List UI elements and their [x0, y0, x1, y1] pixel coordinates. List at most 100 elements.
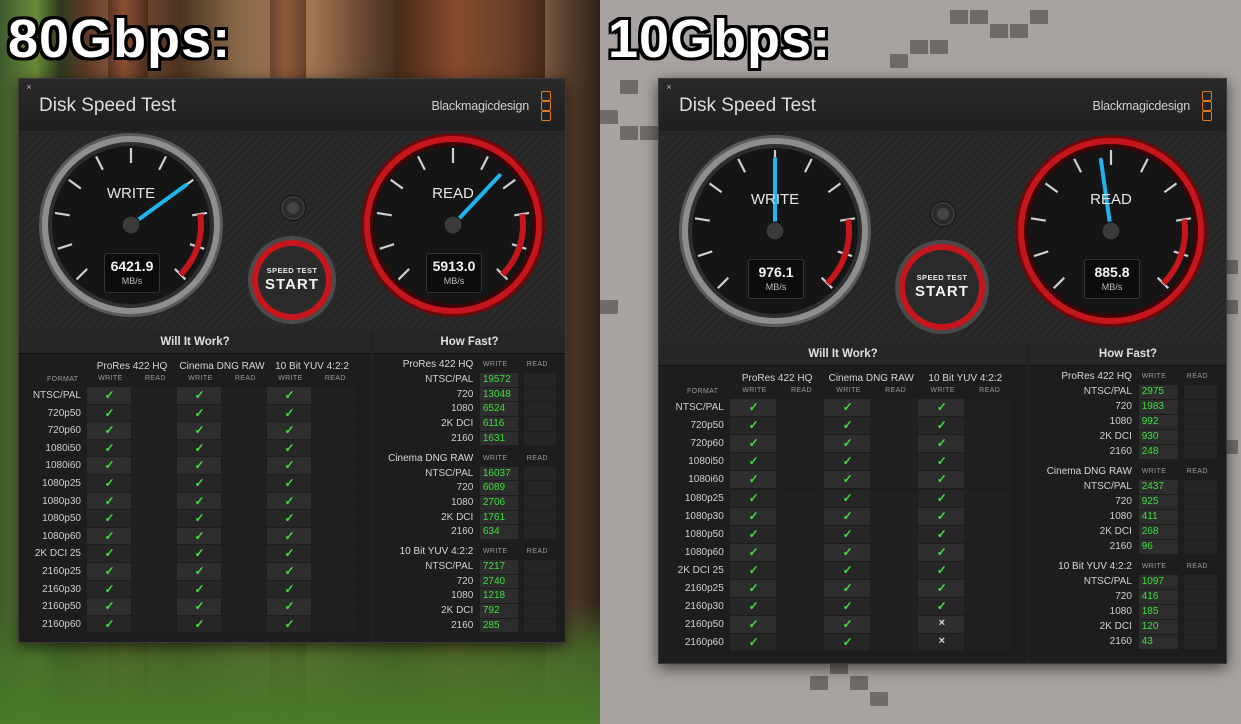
checkmark-icon: ✓ [936, 472, 947, 487]
cross-icon: × [938, 635, 945, 648]
read-cell [777, 417, 824, 435]
group-name: 10 Bit YUV 4:2:2 [275, 361, 349, 372]
write-column-header: WRITE [482, 548, 508, 555]
read-cell [312, 422, 356, 439]
start-button-label[interactable]: START [252, 276, 332, 293]
settings-gear-icon[interactable] [930, 201, 956, 227]
checkmark-icon: ✓ [748, 635, 759, 650]
checkmark-icon: ✓ [748, 508, 759, 523]
write-column-header: WRITE [1141, 563, 1167, 570]
write-column-header: WRITE [742, 387, 767, 394]
will-it-work-title: Will It Work? [659, 343, 1027, 366]
read-cell [871, 453, 918, 471]
read-value-cell [523, 417, 557, 431]
resolution-label: NTSC/PAL [425, 374, 474, 385]
fps-value: 1983 [1141, 401, 1164, 412]
format-label: 2160p60 [42, 618, 81, 630]
read-cell [312, 510, 356, 527]
read-cell [222, 527, 266, 545]
read-value-cell [1183, 430, 1218, 444]
read-value-cell [1183, 445, 1218, 459]
group-name: Cinema DNG RAW [828, 373, 914, 384]
read-cell [965, 598, 1012, 616]
read-cell [965, 489, 1012, 507]
how-fast-group-name: ProRes 422 HQ [1061, 371, 1132, 382]
resolution-label: 720 [1115, 401, 1132, 412]
read-unit: MB/s [443, 276, 465, 286]
gauges-svg [679, 135, 1207, 334]
close-icon[interactable]: × [25, 83, 33, 92]
read-readout: 5913.0 MB/s [426, 253, 482, 293]
close-icon[interactable]: × [665, 83, 673, 92]
read-value-cell [523, 618, 557, 633]
fps-value: 285 [482, 619, 500, 631]
checkmark-icon: ✓ [936, 454, 947, 469]
checkmark-icon: ✓ [842, 544, 853, 559]
start-button-caption[interactable]: SPEED TEST [252, 266, 332, 275]
read-value-cell [523, 589, 557, 604]
read-value-cell [523, 510, 557, 525]
resolution-label: 2K DCI [441, 605, 474, 617]
read-value-cell [1183, 495, 1218, 509]
read-column-header: READ [885, 387, 907, 394]
read-value-cell [523, 525, 557, 539]
checkmark-icon: ✓ [842, 436, 853, 451]
checkmark-icon: ✓ [748, 617, 759, 632]
format-header: FORMAT [47, 376, 79, 383]
read-cell [965, 435, 1012, 453]
group-name: Cinema DNG RAW [179, 361, 265, 372]
read-value-cell [1183, 620, 1218, 634]
will-it-work-group: Cinema DNG RAW WRITE READ [824, 373, 918, 394]
checkmark-icon: ✓ [936, 508, 947, 523]
read-cell [965, 525, 1012, 543]
checkmark-icon: ✓ [194, 564, 205, 578]
read-column-header: READ [526, 548, 548, 555]
read-cell [965, 634, 1012, 652]
checkmark-icon: ✓ [936, 599, 947, 614]
read-value-cell [523, 574, 557, 589]
format-label: 2160p25 [42, 566, 81, 577]
read-cell [222, 422, 266, 439]
read-value-cell [1183, 480, 1218, 494]
fps-value: 2975 [1141, 386, 1164, 397]
title-bar[interactable]: × Disk Speed Test Blackmagicdesign [19, 79, 565, 131]
read-cell [132, 404, 176, 422]
read-cell [312, 439, 356, 457]
fps-value: 925 [1141, 496, 1159, 507]
start-button-caption[interactable]: SPEED TEST [902, 273, 982, 282]
resolution-label: 1080 [1109, 511, 1132, 522]
resolution-label: 2K DCI [1099, 526, 1132, 537]
checkmark-icon: ✓ [748, 562, 759, 577]
resolution-label: 720 [1115, 591, 1132, 602]
fps-value: 248 [1141, 446, 1159, 457]
settings-gear-icon[interactable] [280, 195, 306, 221]
checkmark-icon: ✓ [104, 423, 115, 438]
read-value-cell [523, 387, 557, 402]
checkmark-icon: ✓ [104, 528, 115, 543]
fps-value: 1097 [1141, 576, 1164, 587]
read-cell [132, 510, 176, 527]
read-value-cell [1183, 605, 1218, 619]
checkmark-icon: ✓ [284, 616, 295, 631]
read-value-cell [1183, 540, 1218, 554]
write-value: 6421.9 [110, 258, 154, 274]
read-cell [132, 563, 176, 580]
resolution-label: NTSC/PAL [1083, 386, 1132, 397]
results-panels: Will It Work? FORMAT ProRes 422 HQ WRITE REA… [19, 331, 565, 642]
read-column-header: READ [324, 375, 346, 382]
title-bar[interactable]: × Disk Speed Test Blackmagicdesign [659, 79, 1226, 131]
read-cell [312, 615, 356, 633]
checkmark-icon: ✓ [748, 490, 759, 505]
checkmark-icon: ✓ [748, 581, 759, 595]
read-cell [222, 510, 266, 527]
checkmark-icon: ✓ [748, 454, 759, 469]
resolution-label: 2160 [1109, 541, 1132, 552]
read-cell [222, 457, 266, 474]
checkmark-icon: ✓ [748, 472, 759, 487]
overlay-label-10gbps: 10Gbps: [608, 9, 832, 69]
resolution-label: 2160 [1109, 446, 1132, 457]
checkmark-icon: ✓ [284, 440, 295, 455]
checkmark-icon: ✓ [194, 511, 205, 526]
start-button-label[interactable]: START [902, 283, 982, 300]
fps-value: 416 [1141, 591, 1159, 602]
